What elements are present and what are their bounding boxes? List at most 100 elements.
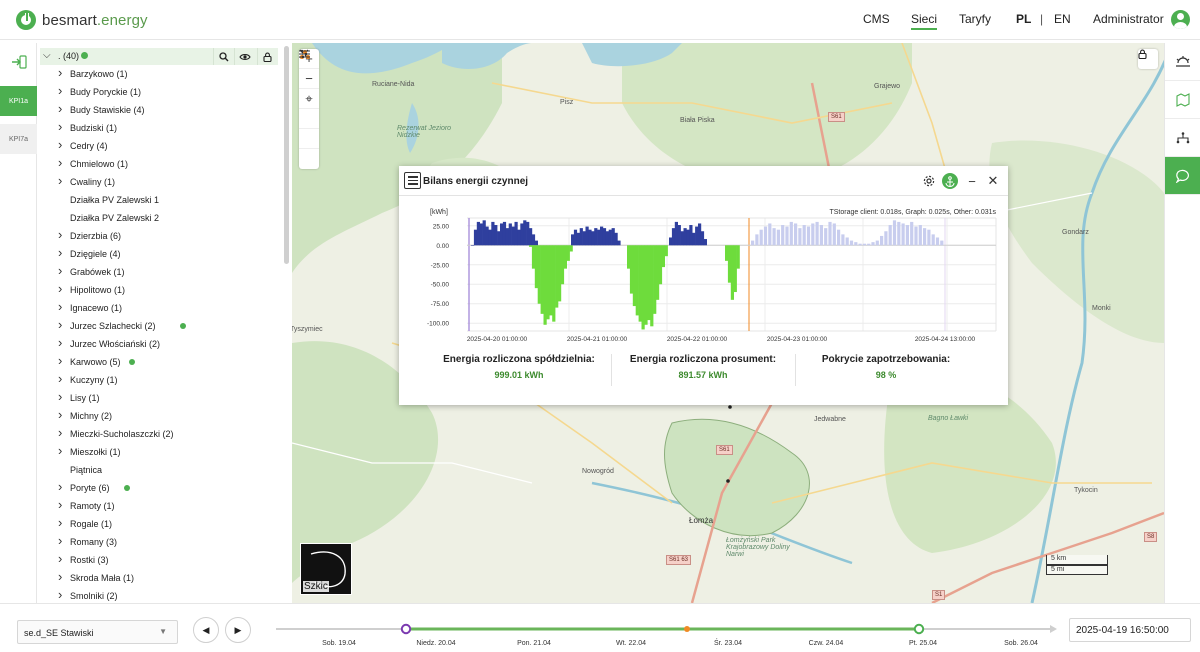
left-rail: KPI1a KPI7a [0, 43, 37, 603]
prev-button[interactable]: ◀ [193, 617, 219, 643]
zoom-out-icon[interactable]: − [299, 69, 319, 89]
chevron-right-icon[interactable]: › [58, 353, 62, 368]
chart-bar [632, 245, 636, 307]
chart-bar [508, 223, 512, 246]
chevron-right-icon[interactable]: › [58, 263, 62, 278]
chart-bar [534, 245, 538, 289]
lock-icon[interactable] [1138, 49, 1158, 69]
nav-cms[interactable]: CMS [863, 12, 890, 26]
close-icon[interactable]: ✕ [985, 173, 1001, 189]
chevron-right-icon[interactable]: › [58, 569, 62, 584]
chevron-right-icon[interactable]: › [58, 245, 62, 260]
brand-name: besmart.energy [42, 11, 148, 29]
chevron-right-icon[interactable]: › [58, 281, 62, 296]
user-avatar-icon[interactable] [1171, 10, 1190, 29]
tree-row-label: Mieszołki (1) [70, 447, 121, 457]
chevron-right-icon[interactable]: › [58, 173, 62, 188]
chart-bar [819, 225, 823, 246]
x-tick-label: 2025-04-20 01:00:00 [467, 336, 528, 343]
energy-chart[interactable]: 25.00 0.00 -25.00 -50.00 -75.00 -100.00 2025-0… [399, 196, 1008, 346]
chevron-right-icon[interactable]: › [58, 335, 62, 350]
chart-bar [772, 228, 776, 246]
network-icon[interactable] [1165, 119, 1200, 157]
chevron-right-icon[interactable]: › [58, 371, 62, 386]
chart-bar [571, 234, 575, 246]
timeline-day-label: Pt. 25.04 [908, 640, 938, 647]
chevron-down-icon[interactable]: ⌵ [43, 50, 51, 61]
user-name[interactable]: Administrator [1093, 12, 1164, 26]
chevron-right-icon[interactable]: › [58, 407, 62, 422]
tree-scrollbar[interactable] [284, 46, 289, 264]
chart-bar [935, 237, 940, 246]
chevron-right-icon[interactable]: › [58, 389, 62, 404]
chevron-right-icon[interactable]: › [58, 65, 62, 80]
menu-icon[interactable] [404, 172, 421, 189]
chevron-right-icon[interactable]: › [58, 587, 62, 602]
chart-bar [671, 228, 676, 246]
chat-icon[interactable] [1165, 157, 1200, 195]
datetime-field[interactable]: 2025-04-19 16:50:00 [1069, 618, 1191, 642]
chevron-right-icon[interactable]: › [58, 443, 62, 458]
chevron-right-icon[interactable]: › [58, 83, 62, 98]
chevron-right-icon[interactable]: › [58, 479, 62, 494]
search-icon[interactable] [213, 48, 233, 65]
locate-icon[interactable]: ⌖ [299, 89, 319, 109]
chart-bar [656, 245, 660, 300]
next-button[interactable]: ▶ [225, 617, 251, 643]
tree-row-label: Ignacewo (1) [70, 303, 123, 313]
tree-row-label: Rogale (1) [70, 519, 113, 529]
nav-sieci[interactable]: Sieci [911, 12, 938, 30]
rail-kpi1a[interactable]: KPI1a [0, 86, 37, 116]
station-select[interactable]: se.d_SE Stawiski ▼ [17, 620, 178, 644]
chart-bar [653, 245, 657, 314]
chevron-right-icon[interactable]: › [58, 425, 62, 440]
chart-bar [811, 223, 815, 246]
chevron-right-icon[interactable]: › [58, 515, 62, 530]
fullscreen-icon[interactable] [299, 49, 319, 129]
chevron-right-icon[interactable]: › [58, 155, 62, 170]
timeline-day-label: Śr. 23.04 [713, 640, 743, 647]
anchor-icon[interactable] [942, 173, 958, 189]
stat-divider [611, 354, 612, 386]
map-route-icon[interactable] [1165, 81, 1200, 119]
chevron-right-icon[interactable]: › [58, 119, 62, 134]
chart-bar [871, 242, 875, 246]
chart-bar [627, 245, 631, 269]
lang-en[interactable]: EN [1054, 12, 1071, 26]
eye-icon[interactable] [234, 48, 254, 65]
chart-bar [614, 232, 618, 246]
chevron-right-icon[interactable]: › [58, 533, 62, 548]
tree-root[interactable]: ⌵ . (40) [40, 48, 278, 65]
chart-bar [529, 228, 533, 246]
chevron-right-icon[interactable]: › [58, 317, 62, 332]
chevron-right-icon[interactable]: › [58, 227, 62, 242]
chart-bar [849, 240, 854, 246]
timeline-track[interactable] [270, 619, 1060, 639]
chevron-right-icon[interactable]: › [58, 137, 62, 152]
y-tick-label: -100.00 [427, 321, 449, 328]
chart-bar [569, 245, 573, 252]
lock-icon[interactable] [257, 48, 277, 65]
settings-icon[interactable] [921, 173, 937, 189]
chevron-right-icon[interactable]: › [58, 101, 62, 116]
rail-kpi7a[interactable]: KPI7a [0, 124, 37, 154]
nav-taryfy[interactable]: Taryfy [959, 12, 991, 26]
login-arrow-icon[interactable] [0, 47, 37, 77]
popup-title: Bilans energii czynnej [423, 176, 529, 187]
chart-bar [647, 245, 651, 321]
filter-icon[interactable] [299, 49, 319, 169]
minimize-icon[interactable]: − [964, 173, 980, 189]
chevron-right-icon[interactable]: › [58, 299, 62, 314]
x-tick-label: 2025-04-22 01:00:00 [667, 336, 728, 343]
y-tick-label: 0.00 [436, 243, 449, 250]
minimap-toggle[interactable]: Szkic [300, 543, 352, 595]
chevron-right-icon[interactable]: › [58, 551, 62, 566]
sunrise-icon[interactable] [1165, 43, 1200, 81]
chart-bar [789, 221, 793, 246]
lang-pl[interactable]: PL [1016, 12, 1031, 26]
brand-logo[interactable]: besmart.energy [16, 10, 148, 30]
layers-icon[interactable] [299, 50, 319, 149]
map-place-label: Tykocin [1074, 487, 1098, 494]
chevron-right-icon[interactable]: › [58, 497, 62, 512]
road-number-badge: S61 [716, 445, 733, 455]
